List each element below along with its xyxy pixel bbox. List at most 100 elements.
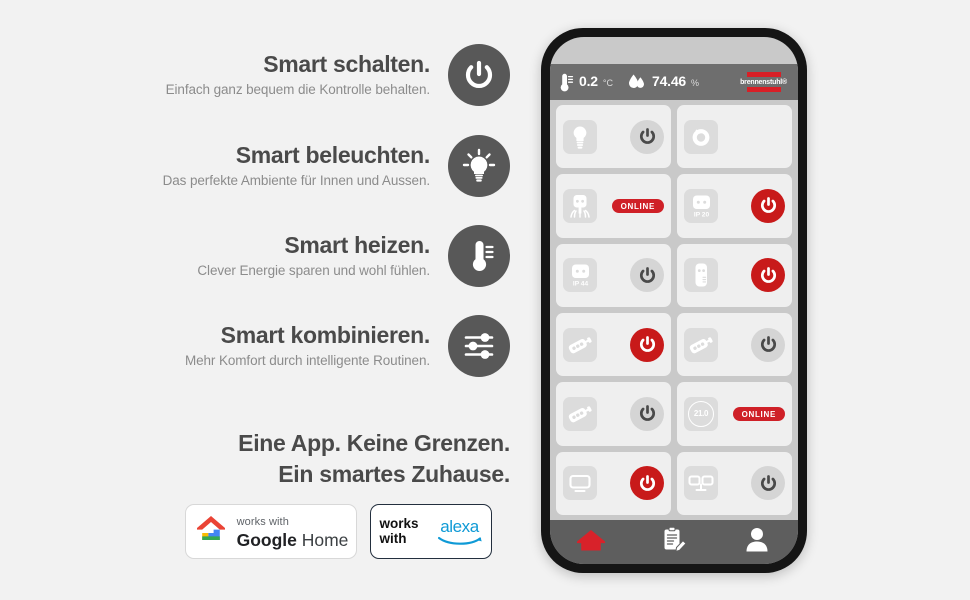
- badge-works-with-alexa: works with alexa: [370, 504, 492, 559]
- home-icon: [575, 527, 607, 558]
- feature-subtitle: Mehr Komfort durch intelligente Routinen…: [184, 352, 430, 368]
- bottom-navigation: [550, 520, 798, 564]
- power-icon: [448, 44, 510, 106]
- device-tile-socket-ip20[interactable]: IP 20: [677, 174, 792, 238]
- alexa-works-with-label: works with: [379, 517, 418, 546]
- thermostat-dial: 21.0: [688, 400, 714, 427]
- nav-item-notes[interactable]: [633, 526, 716, 559]
- tile-control[interactable]: [630, 327, 664, 362]
- garden-socket-icon: [563, 188, 597, 223]
- feature-text: Smart schalten. Einfach ganz bequem die …: [166, 51, 448, 97]
- power-button[interactable]: [630, 396, 664, 431]
- power-button[interactable]: [630, 327, 664, 362]
- google-home-label: Google Home: [237, 531, 349, 549]
- nav-item-home[interactable]: [550, 527, 633, 558]
- feature-smart-kombinieren: Smart kombinieren. Mehr Komfort durch in…: [0, 315, 510, 377]
- tile-control: ONLINE: [732, 406, 785, 422]
- temperature-reading: 0.2 °C: [559, 73, 613, 92]
- compatibility-badges: works with Google Home works with alexa: [185, 504, 492, 559]
- nav-item-profile[interactable]: [715, 526, 798, 558]
- temperature-unit: °C: [602, 77, 613, 88]
- status-badge: ONLINE: [732, 406, 785, 422]
- feature-text: Smart beleuchten. Das perfekte Ambiente …: [163, 142, 448, 188]
- temperature-value: 0.2: [579, 72, 598, 89]
- tile-control[interactable]: [630, 466, 664, 501]
- tile-control[interactable]: [630, 258, 664, 293]
- device-row: [556, 312, 792, 377]
- plug-adapter-icon: [684, 258, 718, 293]
- svg-text:IP 44: IP 44: [572, 281, 588, 288]
- tagline-line-1: Eine App. Keine Grenzen.: [238, 430, 510, 456]
- device-row: IP 44: [556, 243, 792, 307]
- power-button[interactable]: [751, 327, 785, 362]
- light-bulb-icon: [563, 119, 597, 154]
- tile-control: ONLINE: [611, 198, 664, 214]
- humidity-value: 74.46: [651, 72, 687, 89]
- power-button[interactable]: [630, 466, 664, 501]
- thermometer-icon: [559, 73, 574, 92]
- device-tile-socket-ip44[interactable]: IP 44: [556, 243, 671, 307]
- device-row: [556, 451, 792, 515]
- feature-title: Smart heizen.: [284, 232, 430, 259]
- power-button[interactable]: [630, 119, 664, 154]
- feature-text: Smart kombinieren. Mehr Komfort durch in…: [184, 322, 448, 368]
- thermometer-icon: [448, 225, 510, 287]
- tile-control[interactable]: [751, 188, 785, 223]
- power-button[interactable]: [751, 188, 785, 223]
- alexa-wordmark: alexa: [440, 516, 479, 536]
- monitor-icon: [563, 466, 597, 501]
- lightbulb-icon: [448, 135, 510, 197]
- device-tile-garden-socket[interactable]: ONLINE: [556, 174, 671, 238]
- humidity-reading: 74.46 %: [627, 73, 699, 92]
- device-tile-plug-adapter[interactable]: [677, 243, 792, 307]
- tile-control[interactable]: [751, 466, 785, 501]
- power-strip-icon: [563, 396, 597, 431]
- power-strip-icon: [684, 327, 718, 362]
- device-tile-power-strip[interactable]: [556, 312, 671, 377]
- device-tile-thermostat[interactable]: 21.0 ONLINE: [677, 382, 792, 446]
- tile-control-empty: [718, 120, 752, 154]
- svg-text:IP 20: IP 20: [693, 211, 709, 218]
- feature-smart-schalten: Smart schalten. Einfach ganz bequem die …: [0, 44, 510, 106]
- logo-wordmark: brennenstuhl®: [740, 78, 787, 86]
- power-button[interactable]: [751, 466, 785, 501]
- device-row: [556, 105, 792, 169]
- feature-subtitle: Clever Energie sparen und wohl fühlen.: [197, 262, 430, 278]
- google-label: Google: [236, 530, 297, 551]
- tagline-line-2: Ein smartes Zuhause.: [278, 461, 510, 488]
- device-row: 21.0 ONLINE: [556, 382, 792, 446]
- with-label: with: [379, 530, 407, 546]
- device-tile-round-sensor[interactable]: [677, 105, 792, 169]
- power-strip-icon: [563, 327, 597, 362]
- brennenstuhl-logo: brennenstuhl®: [740, 72, 789, 92]
- device-tile-dual-monitor[interactable]: [677, 451, 792, 515]
- device-row: ONLINE IP 20: [556, 174, 792, 238]
- power-button[interactable]: [630, 258, 664, 293]
- device-tile-monitor[interactable]: [556, 451, 671, 515]
- tile-control[interactable]: [630, 119, 664, 154]
- device-tile-power-strip[interactable]: [677, 312, 792, 377]
- tile-control[interactable]: [751, 327, 785, 362]
- status-badge: ONLINE: [611, 198, 664, 214]
- feature-smart-heizen: Smart heizen. Clever Energie sparen und …: [0, 225, 510, 287]
- feature-text: Smart heizen. Clever Energie sparen und …: [197, 232, 448, 278]
- power-button[interactable]: [751, 258, 785, 293]
- badge-works-with-google-home: works with Google Home: [185, 504, 357, 559]
- google-home-icon: [194, 513, 228, 550]
- device-grid: ONLINE IP 20 IP 44 21.0 ONLINE: [550, 100, 798, 520]
- app-status-bar: 0.2 °C 74.46 % brennenstuhl®: [550, 64, 798, 100]
- round-sensor-icon: [684, 119, 718, 154]
- device-tile-light-bulb[interactable]: [556, 105, 671, 169]
- tile-control[interactable]: [630, 396, 664, 431]
- feature-smart-beleuchten: Smart beleuchten. Das perfekte Ambiente …: [0, 135, 510, 197]
- clipboard-notes-icon: [661, 526, 687, 559]
- tile-control[interactable]: [751, 258, 785, 293]
- home-label: Home: [301, 530, 349, 551]
- google-home-text: works with Google Home: [236, 513, 349, 550]
- works-with-label: works with: [236, 516, 289, 529]
- alexa-logo: alexa: [437, 518, 483, 546]
- device-tile-power-strip[interactable]: [556, 382, 671, 446]
- alexa-smile-icon: [437, 536, 482, 545]
- socket-ip20-icon: IP 20: [684, 188, 718, 223]
- feature-title: Smart kombinieren.: [220, 322, 431, 349]
